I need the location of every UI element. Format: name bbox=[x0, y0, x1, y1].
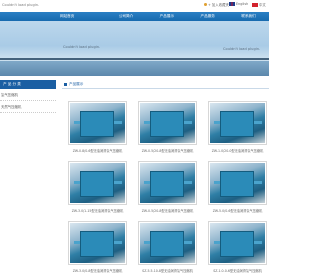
logo-plugin-text: Couldn't load plugin. bbox=[2, 3, 40, 7]
product-photo[interactable] bbox=[138, 221, 197, 265]
product-caption[interactable]: ZW-1.0/20-0型无油润滑氢气压缩机 bbox=[207, 148, 268, 153]
product-caption[interactable]: ZW-0.8/0-6型无油润滑氢气压缩机 bbox=[67, 148, 128, 153]
main-title: 产品展示 bbox=[69, 81, 84, 86]
top-bar: Couldn't load plugin. + 加入收藏夹 English 中文 bbox=[0, 0, 269, 12]
product-card[interactable]: ZW-3.0/1-15型无油润滑氢气压缩机 bbox=[67, 161, 128, 215]
product-photo[interactable] bbox=[68, 101, 127, 145]
chinese-label: 中文 bbox=[259, 3, 266, 7]
product-caption[interactable]: SZ-5.5-10-8型无油润滑氢气压缩机 bbox=[137, 268, 198, 273]
product-card[interactable]: ZW-1.0/20-0型无油润滑氢气压缩机 bbox=[207, 101, 268, 155]
product-caption[interactable]: ZW-3.0/0-8型无油润滑氢气压缩机 bbox=[67, 268, 128, 273]
product-caption[interactable]: ZW-0.5/20-8型无油润滑氢气压缩机 bbox=[137, 148, 198, 153]
banner-bridge bbox=[0, 58, 269, 60]
english-label: English bbox=[236, 2, 249, 6]
banner-plugin-right: Couldn't load plugin. bbox=[223, 47, 261, 51]
banner: Couldn't load plugin. Couldn't load plug… bbox=[0, 21, 269, 76]
banner-plugin-left: Couldn't load plugin. bbox=[63, 45, 101, 49]
banner-sea bbox=[0, 61, 269, 76]
product-caption[interactable]: ZW-0.5/20-8型无油润滑氢气压缩机 bbox=[137, 208, 198, 213]
nav-about[interactable]: 公司简介 bbox=[106, 12, 147, 21]
add-favorites-label: + 加入收藏夹 bbox=[208, 3, 229, 7]
main-content: 产品展示 ZW-0.8/0-6型无油润滑氢气压缩机 ZW-0.5/20-8型无油… bbox=[62, 80, 269, 274]
product-card[interactable]: ZW-0.5/20-8型无油润滑氢气压缩机 bbox=[137, 101, 198, 155]
english-link[interactable]: English bbox=[229, 2, 248, 6]
china-flag-icon bbox=[252, 2, 258, 7]
uk-flag-icon bbox=[229, 2, 235, 6]
product-card[interactable]: ZW-0.5/20-8型无油润滑氢气压缩机 bbox=[137, 161, 198, 215]
product-card[interactable]: SZ-1.0-0-6型无油润滑氢气压缩机 bbox=[207, 221, 268, 275]
add-favorites-link[interactable]: + 加入收藏夹 bbox=[204, 2, 229, 7]
product-caption[interactable]: ZW-3.0/1-15型无油润滑氢气压缩机 bbox=[67, 208, 128, 213]
sidebar: 产 品 分 类 氢气压缩机 天然气压缩机 bbox=[0, 80, 56, 274]
bullet-icon bbox=[64, 82, 67, 86]
product-photo[interactable] bbox=[208, 161, 267, 205]
product-photo[interactable] bbox=[208, 101, 267, 145]
main-title-bar: 产品展示 bbox=[62, 80, 269, 89]
product-card[interactable]: ZW-5.0/0-6型无油润滑氢气压缩机 bbox=[207, 161, 268, 215]
star-icon bbox=[204, 3, 207, 6]
nav-contact[interactable]: 联系我们 bbox=[228, 12, 269, 21]
product-photo[interactable] bbox=[138, 161, 197, 205]
sidebar-item-natural-gas[interactable]: 天然气压缩机 bbox=[0, 101, 56, 113]
nav-products[interactable]: 产品展示 bbox=[146, 12, 187, 21]
sidebar-item-hydrogen[interactable]: 氢气压缩机 bbox=[0, 89, 56, 101]
product-card[interactable]: SZ-5.5-10-8型无油润滑氢气压缩机 bbox=[137, 221, 198, 275]
product-card[interactable]: ZW-3.0/0-8型无油润滑氢气压缩机 bbox=[67, 221, 128, 275]
product-photo[interactable] bbox=[138, 101, 197, 145]
product-card[interactable]: ZW-0.8/0-6型无油润滑氢气压缩机 bbox=[67, 101, 128, 155]
nav-services[interactable]: 产品服务 bbox=[187, 12, 228, 21]
product-caption[interactable]: SZ-1.0-0-6型无油润滑氢气压缩机 bbox=[207, 268, 268, 273]
product-photo[interactable] bbox=[68, 161, 127, 205]
nav-home[interactable]: 网站首页 bbox=[0, 12, 106, 21]
chinese-link[interactable]: 中文 bbox=[252, 2, 266, 7]
product-photo[interactable] bbox=[68, 221, 127, 265]
product-caption[interactable]: ZW-5.0/0-6型无油润滑氢气压缩机 bbox=[207, 208, 268, 213]
main-nav: 网站首页 公司简介 产品展示 产品服务 联系我们 bbox=[0, 12, 269, 21]
sidebar-title: 产 品 分 类 bbox=[0, 80, 56, 89]
product-photo[interactable] bbox=[208, 221, 267, 265]
